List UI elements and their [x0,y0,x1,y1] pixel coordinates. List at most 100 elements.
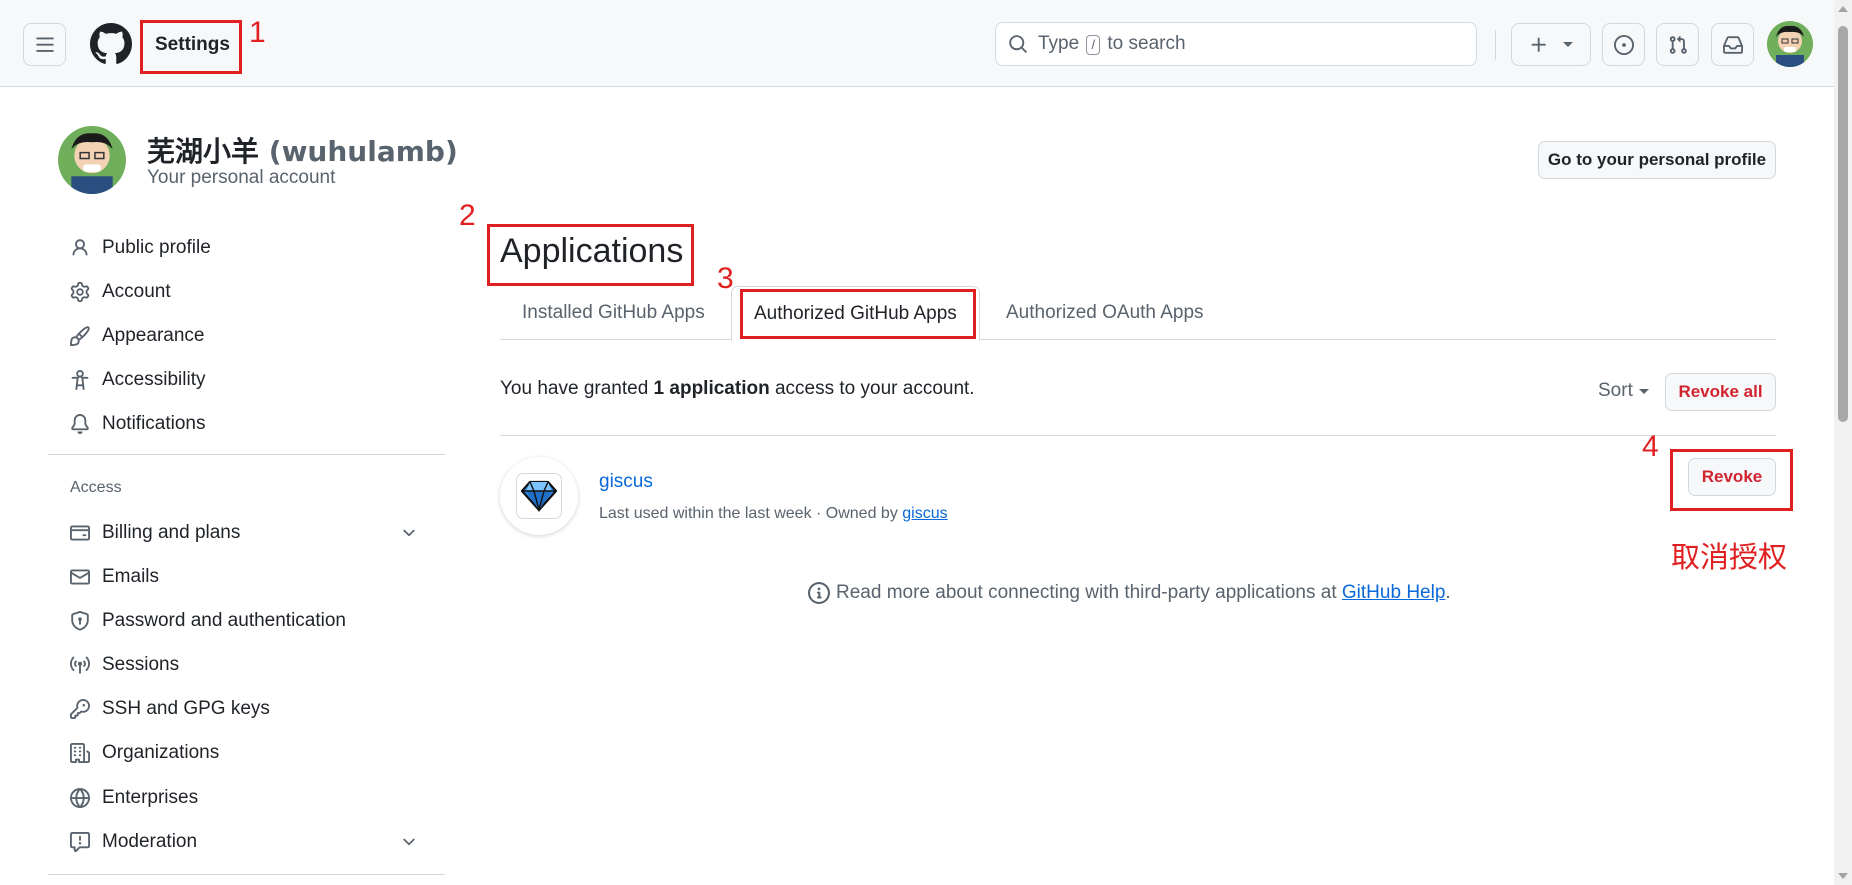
sidebar-section-heading: Access [70,479,122,496]
scrollbar-thumb[interactable] [1838,26,1848,422]
search-input[interactable]: Type / to search [995,22,1477,66]
profile-name: 芜湖小羊 (wuhulamb) [147,130,458,170]
app-owner-link[interactable]: giscus [902,505,947,522]
credit-card-icon [70,525,90,541]
broadcast-icon [70,656,90,674]
sidebar-divider [48,454,445,455]
search-placeholder-suffix: to search [1107,33,1186,54]
sidebar-item-label: Moderation [102,831,198,852]
annotation-number-1: 1 [249,16,266,49]
sidebar-item-ssh-gpg[interactable]: SSH and GPG keys [70,694,430,724]
granted-suffix: access to your account. [774,378,975,399]
issue-icon [1613,34,1634,55]
annotation-box-1 [140,20,242,74]
chevron-down-icon [403,529,415,537]
annotation-box-3 [740,289,976,339]
granted-prefix: You have granted [500,378,649,399]
sidebar-item-label: Appearance [102,325,205,346]
sidebar-item-label: SSH and GPG keys [102,698,270,719]
sidebar-item-enterprises[interactable]: Enterprises [70,783,430,813]
sidebar-item-label: Account [102,281,171,302]
inbox-icon [1722,35,1743,54]
accessibility-icon [71,370,89,390]
shield-icon [71,611,89,631]
app-meta-text: Last used within the last week · Owned b… [599,505,898,522]
sidebar-item-public-profile[interactable]: Public profile [70,233,430,263]
profile-avatar[interactable] [58,126,126,194]
plus-icon [1531,37,1546,52]
sidebar-item-label: Organizations [102,742,220,763]
sidebar-item-emails[interactable]: Emails [70,562,430,592]
app-avatar[interactable] [500,457,578,535]
gear-icon [70,282,90,302]
sidebar-item-label: Password and authentication [102,610,346,631]
help-footer: Read more about connecting with third-pa… [808,582,1451,604]
sidebar-item-billing[interactable]: Billing and plans [70,518,430,548]
github-logo-icon[interactable] [90,23,132,65]
scroll-down-arrow-icon[interactable] [1838,873,1848,879]
pull-requests-button[interactable] [1656,23,1699,66]
search-shortcut-key: / [1086,35,1101,55]
sidebar-item-password[interactable]: Password and authentication [70,606,430,636]
sidebar-item-organizations[interactable]: Organizations [70,738,430,768]
sort-dropdown[interactable]: Sort [1598,380,1649,402]
sidebar-item-label: Accessibility [102,369,206,390]
tab-authorized-oauth-apps[interactable]: Authorized OAuth Apps [984,286,1226,340]
sidebar-item-appearance[interactable]: Appearance [70,321,430,351]
sort-label: Sort [1598,380,1633,401]
key-icon [70,699,90,719]
granted-summary: You have granted 1 application access to… [500,378,975,400]
scroll-up-arrow-icon[interactable] [1838,6,1848,12]
sidebar-item-sessions[interactable]: Sessions [70,650,430,680]
person-icon [72,239,88,256]
app-name-link[interactable]: giscus [599,471,653,493]
hamburger-menu-button[interactable] [23,23,66,66]
help-text: Read more about connecting with third-pa… [836,582,1337,603]
organization-icon [70,743,90,763]
sidebar-divider [48,874,445,875]
sidebar-item-accessibility[interactable]: Accessibility [70,365,430,395]
inbox-button[interactable] [1711,23,1754,66]
create-new-button[interactable] [1511,23,1591,66]
report-icon [70,832,90,852]
applications-tabs: Installed GitHub Apps Authorized GitHub … [500,286,1776,341]
chevron-down-icon [403,838,415,846]
bell-icon [71,414,89,434]
annotation-number-2: 2 [459,199,476,232]
sidebar-item-label: Enterprises [102,787,199,808]
account-type-label: Your personal account [147,167,336,188]
go-to-profile-button[interactable]: Go to your personal profile [1538,141,1776,179]
hamburger-icon [35,37,54,52]
help-end: . [1445,582,1451,603]
mail-icon [70,569,90,585]
display-name: 芜湖小羊 [147,135,260,168]
github-help-link[interactable]: GitHub Help [1342,582,1446,603]
login-name: (wuhulamb) [268,135,458,168]
sidebar-item-label: Notifications [102,413,206,434]
chevron-down-icon [1638,388,1649,394]
revoke-all-button[interactable]: Revoke all [1665,373,1776,411]
annotation-number-3: 3 [717,262,734,295]
paintbrush-icon [70,326,90,346]
sidebar-item-notifications[interactable]: Notifications [70,409,430,439]
granted-count: 1 application [653,378,770,399]
user-avatar-button[interactable] [1767,21,1813,67]
globe-icon [70,788,90,808]
annotation-number-4: 4 [1642,430,1659,463]
diamond-icon [521,480,557,512]
issues-button[interactable] [1602,23,1645,66]
sidebar-item-account[interactable]: Account [70,277,430,307]
tab-installed-github-apps[interactable]: Installed GitHub Apps [500,286,727,340]
annotation-revoke-note: 取消授权 [1671,540,1788,574]
page-scrollbar[interactable] [1834,0,1852,885]
list-divider [500,435,1776,436]
search-icon [1009,35,1027,53]
sidebar-item-moderation[interactable]: Moderation [70,827,430,857]
info-icon [808,582,830,604]
app-icon-frame [516,473,562,519]
pull-request-icon [1669,35,1687,54]
sidebar-item-label: Billing and plans [102,522,241,543]
avatar-image [1767,21,1813,67]
chevron-down-icon [1563,42,1573,47]
annotation-box-2 [487,224,694,286]
